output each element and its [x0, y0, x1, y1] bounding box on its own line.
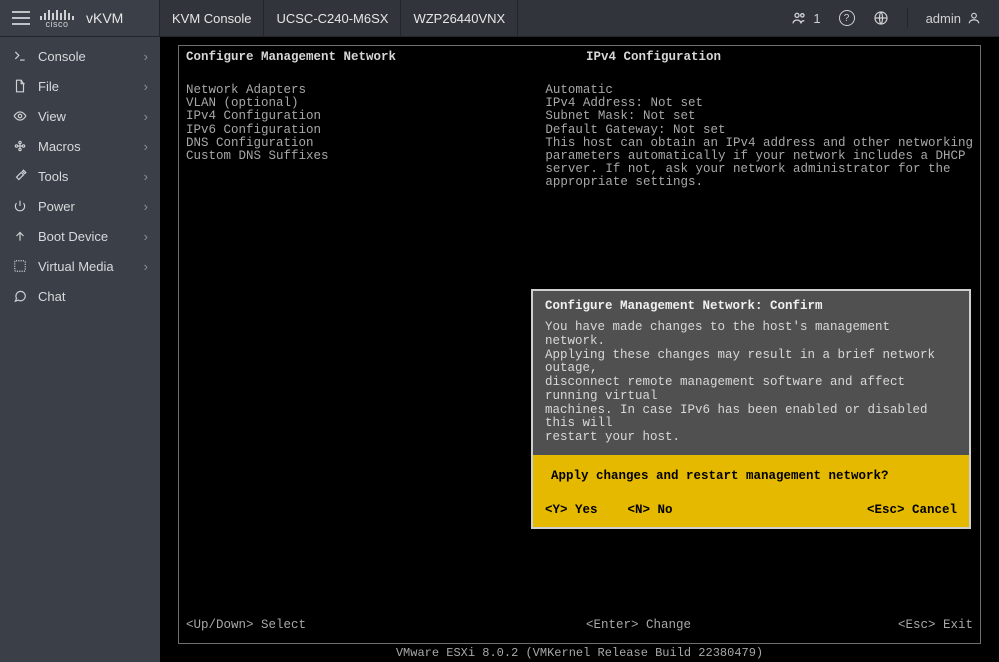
hint-enter: <Enter> Change	[586, 618, 853, 632]
chevron-right-icon: ›	[144, 229, 148, 244]
chevron-right-icon: ›	[144, 169, 148, 184]
kvm-console[interactable]: Configure Management Network IPv4 Config…	[160, 37, 999, 662]
hint-updown: <Up/Down> Select	[186, 618, 586, 632]
header-segment-2: WZP26440VNX	[401, 0, 518, 36]
help-icon[interactable]: ?	[839, 10, 855, 26]
header-right-group: 1 ? admin	[791, 8, 999, 28]
sidebar: Console › File › View › Macros › Tools	[0, 37, 160, 662]
term-left-column: Network Adapters VLAN (optional) IPv4 Co…	[186, 84, 545, 189]
power-icon	[12, 198, 28, 214]
disc-icon	[12, 258, 28, 274]
hamburger-icon[interactable]	[12, 11, 30, 25]
globe-icon[interactable]	[873, 10, 889, 26]
confirm-dialog: Configure Management Network: Confirm Yo…	[531, 289, 971, 529]
chevron-right-icon: ›	[144, 49, 148, 64]
dialog-yes-key[interactable]: <Y> Yes	[545, 503, 598, 517]
brand-segment: cisco vKVM	[0, 0, 160, 36]
term-hint-bar: <Up/Down> Select <Enter> Change <Esc> Ex…	[186, 618, 973, 632]
eye-icon	[12, 108, 28, 124]
cisco-logo: cisco	[40, 8, 74, 29]
sidebar-item-power[interactable]: Power ›	[0, 191, 160, 221]
dialog-question: Apply changes and restart management net…	[533, 455, 969, 489]
sidebar-item-view[interactable]: View ›	[0, 101, 160, 131]
chevron-right-icon: ›	[144, 259, 148, 274]
tools-icon	[12, 168, 28, 184]
top-bar: cisco vKVM KVM Console UCSC-C240-M6SX WZ…	[0, 0, 999, 37]
term-header-left: Configure Management Network	[186, 51, 586, 64]
user-icon	[967, 11, 981, 25]
hint-esc: <Esc> Exit	[853, 618, 973, 632]
chevron-right-icon: ›	[144, 79, 148, 94]
term-right-column: Automatic IPv4 Address: Not set Subnet M…	[545, 84, 973, 189]
sidebar-item-file[interactable]: File ›	[0, 71, 160, 101]
file-icon	[12, 78, 28, 94]
dialog-title: Configure Management Network: Confirm	[533, 291, 969, 317]
term-header-right: IPv4 Configuration	[586, 51, 973, 64]
dialog-cancel-key[interactable]: <Esc> Cancel	[867, 503, 957, 517]
dialog-body: You have made changes to the host's mana…	[533, 317, 969, 455]
admin-menu[interactable]: admin	[926, 11, 981, 26]
users-icon[interactable]	[791, 10, 807, 26]
chevron-right-icon: ›	[144, 139, 148, 154]
sidebar-item-chat[interactable]: Chat	[0, 281, 160, 311]
header-segment-1: UCSC-C240-M6SX	[264, 0, 401, 36]
chevron-right-icon: ›	[144, 109, 148, 124]
chat-icon	[12, 288, 28, 304]
sidebar-item-macros[interactable]: Macros ›	[0, 131, 160, 161]
header-segment-0[interactable]: KVM Console	[160, 0, 264, 36]
sidebar-item-console[interactable]: Console ›	[0, 41, 160, 71]
macros-icon	[12, 138, 28, 154]
app-title: vKVM	[86, 10, 123, 26]
console-icon	[12, 48, 28, 64]
build-info: VMware ESXi 8.0.2 (VMKernel Release Buil…	[160, 646, 999, 662]
chevron-right-icon: ›	[144, 199, 148, 214]
dialog-no-key[interactable]: <N> No	[628, 503, 673, 517]
sidebar-item-boot-device[interactable]: Boot Device ›	[0, 221, 160, 251]
sidebar-item-virtual-media[interactable]: Virtual Media ›	[0, 251, 160, 281]
user-count-label: 1	[813, 11, 820, 26]
arrow-up-icon	[12, 228, 28, 244]
sidebar-item-tools[interactable]: Tools ›	[0, 161, 160, 191]
app-root: cisco vKVM KVM Console UCSC-C240-M6SX WZ…	[0, 0, 999, 662]
